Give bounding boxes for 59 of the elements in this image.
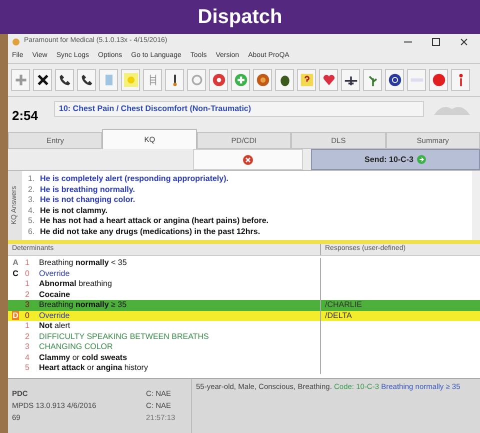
answer-text: He is completely alert (responding appropriately). [40, 173, 228, 186]
answer-number: 1. [28, 173, 36, 186]
maximize-icon[interactable] [432, 38, 440, 46]
answer-number: 4. [28, 204, 36, 217]
answer-number: 6. [28, 226, 36, 238]
determinant-text: Breathing normally < 35 [39, 257, 127, 270]
determinant-text: Clammy or cold sweats [39, 352, 128, 364]
phone-icon[interactable] [80, 73, 94, 87]
plus-icon[interactable] [14, 73, 28, 87]
answer-number: 3. [28, 194, 36, 206]
timer: 2:54 [12, 106, 40, 124]
close-icon[interactable] [36, 73, 50, 87]
level-letter: C [12, 268, 19, 280]
determinant-text: Cocaine [39, 288, 70, 301]
record-icon[interactable] [432, 73, 446, 87]
heart-icon[interactable] [322, 73, 336, 87]
response-text: /DELTA [325, 310, 352, 322]
determinant-text: Breathing normally ≥ 35 [39, 299, 127, 312]
determinant-number: 0 [25, 268, 30, 280]
determinant-text: Override [39, 268, 70, 280]
cancel-button[interactable] [193, 149, 303, 170]
determinant-number: 4 [25, 352, 30, 364]
answer-text: He did not take any drugs (medications) in the past 12hrs. [40, 226, 260, 238]
answer-text: He is not clammy. [40, 204, 108, 217]
level-letter: A [12, 257, 19, 270]
determinant-number: 1 [25, 257, 30, 270]
determinant-number: 1 [25, 278, 30, 290]
answer-text: He has not had a heart attack or angina (heart pains) before. [40, 215, 268, 228]
circle-icon[interactable] [388, 73, 402, 87]
answer-text: He is breathing normally. [40, 184, 135, 196]
chief-complaint-field[interactable]: 10: Chest Pain / Chest Discomfort (Non-Traumatic) [54, 101, 424, 117]
determinant-number: 5 [25, 362, 30, 374]
banner-title: Dispatch [198, 5, 282, 30]
phone-icon[interactable] [58, 73, 72, 87]
determinant-number: 0 [25, 310, 30, 322]
level-letter: D [12, 311, 19, 320]
determinant-number: 3 [25, 341, 30, 354]
determinant-number: 2 [25, 330, 30, 343]
close-icon[interactable] [460, 38, 468, 46]
determinant-text: Abnormal breathing [39, 278, 112, 290]
determinant-text: CHANGING COLOR [39, 341, 113, 354]
determinant-number: 3 [25, 299, 30, 312]
answer-number: 2. [28, 184, 36, 196]
app-icon [12, 38, 20, 46]
determinant-text: DIFFICULTY SPEAKING BETWEEN BREATHS [39, 330, 209, 343]
determinant-text: Heart attack or angina history [39, 362, 148, 374]
close-icon [243, 154, 253, 164]
determinant-text: Override [39, 310, 70, 322]
determinant-text: Not alert [39, 320, 70, 332]
determinant-number: 1 [25, 320, 30, 332]
question-icon[interactable] [300, 73, 314, 87]
answer-text: He is not changing color. [40, 194, 136, 206]
response-text: /CHARLIE [325, 299, 362, 312]
cross-icon[interactable] [234, 73, 248, 87]
arrow-icon [417, 155, 426, 164]
answer-number: 5. [28, 215, 36, 228]
scrollbar[interactable] [472, 171, 480, 240]
determinant-number: 2 [25, 288, 30, 301]
send-button[interactable]: Send: 10-C-3 [311, 149, 480, 170]
